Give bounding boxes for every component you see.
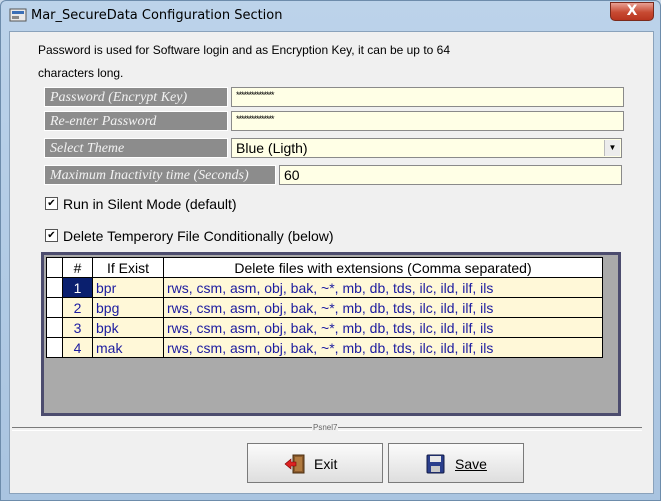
app-icon	[9, 8, 27, 22]
table-row[interactable]: 1 bpr rws, csm, asm, obj, bak, ~*, mb, d…	[46, 277, 603, 298]
table-header-row: # If Exist Delete files with extensions …	[46, 257, 603, 278]
separator-caption: Psnel7	[312, 423, 339, 432]
cell-if-exist[interactable]: bpg	[92, 297, 164, 318]
cell-num[interactable]: 4	[62, 337, 93, 358]
cell-num[interactable]: 1	[62, 277, 93, 298]
password-label: Password (Encrypt Key)	[44, 87, 228, 107]
cell-extensions[interactable]: rws, csm, asm, obj, bak, ~*, mb, db, tds…	[163, 297, 603, 318]
theme-select-value: Blue (Ligth)	[236, 140, 308, 156]
theme-select[interactable]: Blue (Ligth) ▼	[231, 138, 622, 158]
config-window: Mar_SecureData Configuration Section X P…	[0, 0, 661, 501]
row-indicator-header	[46, 257, 63, 278]
save-button-label: Save	[455, 456, 487, 472]
col-header-if-exist[interactable]: If Exist	[92, 257, 164, 278]
cell-extensions[interactable]: rws, csm, asm, obj, bak, ~*, mb, db, tds…	[163, 317, 603, 338]
exit-button-label: Exit	[314, 456, 338, 472]
table-row[interactable]: 3 bpk rws, csm, asm, obj, bak, ~*, mb, d…	[46, 317, 603, 338]
window-title: Mar_SecureData Configuration Section	[31, 8, 283, 23]
dropdown-arrow-icon[interactable]: ▼	[604, 140, 620, 156]
delete-temp-label: Delete Temperory File Conditionally (bel…	[63, 228, 334, 244]
cell-num[interactable]: 3	[62, 317, 93, 338]
extensions-grid[interactable]: # If Exist Delete files with extensions …	[41, 252, 621, 416]
intro-text-line-1: Password is used for Software login and …	[38, 43, 451, 57]
silent-mode-checkbox-row[interactable]: ✔ Run in Silent Mode (default)	[45, 196, 237, 212]
save-button[interactable]: Save	[388, 443, 524, 483]
col-header-num[interactable]: #	[62, 257, 93, 278]
cell-if-exist[interactable]: bpr	[92, 277, 164, 298]
row-indicator[interactable]	[46, 317, 63, 338]
delete-temp-checkbox[interactable]: ✔	[45, 229, 58, 243]
extensions-table: # If Exist Delete files with extensions …	[46, 257, 603, 358]
cell-if-exist[interactable]: bpk	[92, 317, 164, 338]
row-indicator[interactable]	[46, 277, 63, 298]
table-row[interactable]: 2 bpg rws, csm, asm, obj, bak, ~*, mb, d…	[46, 297, 603, 318]
floppy-disk-icon	[426, 454, 445, 474]
row-indicator[interactable]	[46, 297, 63, 318]
cell-extensions[interactable]: rws, csm, asm, obj, bak, ~*, mb, db, tds…	[163, 337, 603, 358]
exit-door-icon	[284, 454, 305, 474]
inactivity-input[interactable]: 60	[279, 165, 622, 185]
reenter-password-input[interactable]: ***************	[231, 111, 624, 131]
silent-mode-label: Run in Silent Mode (default)	[63, 196, 237, 212]
silent-mode-checkbox[interactable]: ✔	[45, 197, 58, 211]
col-header-extensions[interactable]: Delete files with extensions (Comma sepa…	[163, 257, 603, 278]
inactivity-label: Maximum Inactivity time (Seconds)	[44, 165, 276, 185]
table-row[interactable]: 4 mak rws, csm, asm, obj, bak, ~*, mb, d…	[46, 337, 603, 358]
delete-temp-checkbox-row[interactable]: ✔ Delete Temperory File Conditionally (be…	[45, 228, 334, 244]
cell-extensions[interactable]: rws, csm, asm, obj, bak, ~*, mb, db, tds…	[163, 277, 603, 298]
row-indicator[interactable]	[46, 337, 63, 358]
cell-num[interactable]: 2	[62, 297, 93, 318]
title-bar[interactable]: Mar_SecureData Configuration Section X	[1, 1, 660, 31]
intro-text-line-2: characters long.	[38, 66, 124, 80]
close-button[interactable]: X	[610, 2, 654, 21]
theme-label: Select Theme	[44, 138, 228, 158]
cell-if-exist[interactable]: mak	[92, 337, 164, 358]
password-input[interactable]: ***************	[231, 87, 624, 107]
exit-button[interactable]: Exit	[247, 443, 383, 483]
reenter-password-label: Re-enter Password	[44, 111, 228, 131]
